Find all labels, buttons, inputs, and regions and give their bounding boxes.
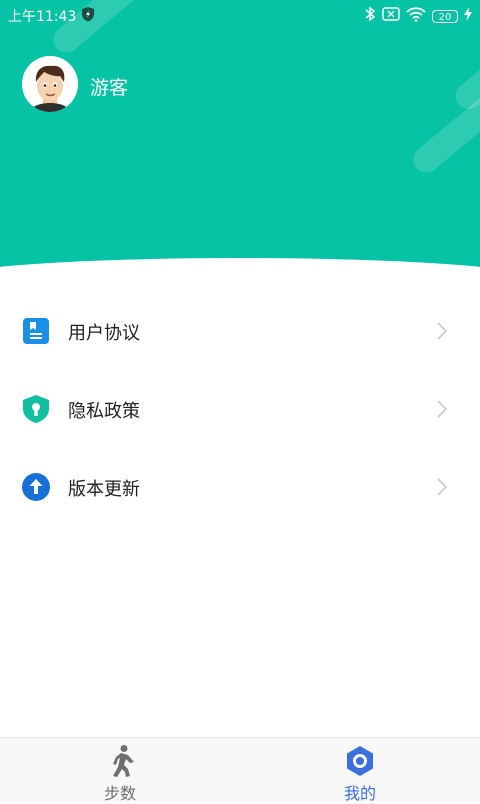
- privacy-shield-icon: [22, 395, 50, 423]
- username[interactable]: 游客: [90, 73, 128, 100]
- wifi-icon: [406, 6, 426, 26]
- menu-item-label: 隐私政策: [68, 401, 140, 422]
- bottom-tab-bar: 步数 我的: [0, 737, 480, 803]
- walking-icon: [103, 744, 137, 778]
- charging-icon: [464, 7, 472, 25]
- header-curve: [0, 258, 480, 280]
- security-icon: [80, 6, 96, 26]
- tab-steps[interactable]: 步数: [0, 738, 240, 803]
- menu-item-user-agreement[interactable]: 用户协议: [0, 292, 480, 370]
- tab-label: 步数: [103, 784, 136, 803]
- update-arrow-icon: [22, 473, 50, 501]
- menu-item-privacy-policy[interactable]: 隐私政策: [0, 370, 480, 448]
- no-sim-icon: [382, 7, 400, 25]
- settings-menu: 用户协议 隐私政策 版本更新: [0, 292, 480, 526]
- status-time: 上午11:43: [8, 9, 77, 25]
- profile-header: [0, 0, 480, 280]
- battery-level: 20: [432, 9, 458, 23]
- tab-label: 我的: [343, 784, 376, 803]
- avatar[interactable]: [22, 56, 78, 112]
- bluetooth-icon: [364, 6, 376, 26]
- chevron-right-icon: [432, 477, 452, 497]
- chevron-right-icon: [432, 399, 452, 419]
- status-bar: 上午11:43 20: [0, 0, 480, 30]
- tab-mine[interactable]: 我的: [240, 738, 480, 803]
- chevron-right-icon: [432, 321, 452, 341]
- menu-item-label: 用户协议: [68, 323, 140, 344]
- face-icon: [22, 56, 78, 112]
- document-icon: [22, 317, 50, 345]
- menu-item-label: 版本更新: [68, 479, 140, 500]
- menu-item-version-update[interactable]: 版本更新: [0, 448, 480, 526]
- profile-hexagon-icon: [343, 744, 377, 778]
